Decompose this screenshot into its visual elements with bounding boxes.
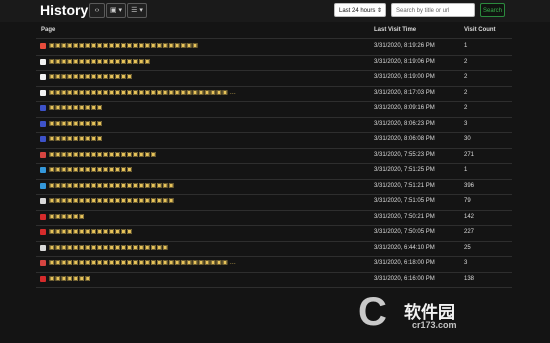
table-row[interactable]: ▣▣▣▣▣▣ 3/31/2020, 7:50:21 PM 142 [36, 210, 512, 226]
site-watermark: C 软件园 cr173.com [356, 290, 516, 340]
table-row[interactable]: ▣▣▣▣▣▣▣▣▣▣▣▣▣▣▣▣▣▣▣▣▣ 3/31/2020, 7:51:05 … [36, 194, 512, 211]
last-visit-time: 3/31/2020, 6:44:10 PM [374, 244, 435, 251]
visit-count: 138 [464, 275, 475, 282]
visit-count: 1 [464, 43, 468, 49]
table-row[interactable]: ▣▣▣▣▣▣▣▣▣▣▣▣▣▣ 3/31/2020, 8:19:00 PM 2 [36, 70, 512, 87]
visit-count: 396 [464, 182, 475, 189]
top-bar: History ‹› ▣ ▾ ☰ ▾ Last 24 hours ⇕ Searc… [0, 0, 550, 22]
page-title-link[interactable]: ▣▣▣▣▣▣▣▣▣▣▣▣▣▣ [49, 73, 133, 80]
column-header-visit-count[interactable]: Visit Count [464, 27, 496, 33]
export-icon: ▣ ▾ [109, 7, 123, 14]
last-visit-time: 3/31/2020, 7:50:21 PM [374, 213, 435, 220]
table-row[interactable]: ▣▣▣▣▣▣▣▣▣ 3/31/2020, 8:06:08 PM 30 [36, 132, 512, 149]
table-row[interactable]: ▣▣▣▣▣▣▣▣▣▣▣▣▣▣▣▣▣▣▣▣▣▣▣▣▣▣▣▣▣▣ ... 3/31/2… [36, 86, 512, 102]
table-row[interactable]: ▣▣▣▣▣▣▣▣▣▣▣▣▣▣▣▣▣▣▣▣▣▣▣▣▣▣▣▣▣▣ ... 3/31/2… [36, 256, 512, 273]
table-row[interactable]: ▣▣▣▣▣▣▣▣▣▣▣▣▣▣▣▣▣ 3/31/2020, 8:19:06 PM 2 [36, 55, 512, 71]
favicon-icon [40, 105, 46, 111]
table-row[interactable]: ▣▣▣▣▣▣▣▣▣▣▣▣▣▣ 3/31/2020, 7:51:25 PM 1 [36, 163, 512, 180]
visit-count: 2 [464, 74, 468, 80]
favicon-icon [40, 74, 46, 80]
watermark-url: cr173.com [412, 320, 457, 330]
favicon-icon [40, 58, 46, 65]
visit-count: 2 [464, 58, 468, 65]
page-title: History [40, 2, 89, 18]
code-icon: ‹› [94, 7, 100, 14]
table-row[interactable]: ▣▣▣▣▣▣▣▣▣▣▣▣▣▣ 3/31/2020, 7:50:05 PM 227 [36, 225, 512, 242]
last-visit-time: 3/31/2020, 8:17:03 PM [374, 89, 435, 96]
page-title-link[interactable]: ▣▣▣▣▣▣▣▣▣▣▣▣▣▣▣▣▣▣▣▣▣▣▣▣▣▣▣▣▣▣ ... [49, 259, 236, 266]
code-view-button[interactable]: ‹› [89, 3, 105, 18]
watermark-logo: C [358, 290, 387, 334]
export-button[interactable]: ▣ ▾ [106, 3, 126, 18]
visit-count: 1 [464, 167, 468, 173]
page-title-link[interactable]: ▣▣▣▣▣▣▣▣▣▣▣▣▣▣▣▣▣▣▣▣▣ [49, 182, 174, 189]
last-visit-time: 3/31/2020, 6:16:00 PM [374, 275, 435, 282]
page-title-link[interactable]: ▣▣▣▣▣▣ [49, 213, 85, 220]
visit-count: 25 [464, 244, 471, 251]
table-row[interactable]: ▣▣▣▣▣▣▣▣▣ 3/31/2020, 8:06:23 PM 3 [36, 117, 512, 133]
table-row[interactable]: ▣▣▣▣▣▣▣▣▣ 3/31/2020, 8:09:16 PM 2 [36, 101, 512, 118]
last-visit-time: 3/31/2020, 7:55:23 PM [374, 151, 435, 158]
last-visit-time: 3/31/2020, 8:19:26 PM [374, 43, 435, 49]
favicon-icon [40, 120, 46, 127]
last-visit-time: 3/31/2020, 8:09:16 PM [374, 105, 435, 111]
page-title-link[interactable]: ▣▣▣▣▣▣▣▣▣▣▣▣▣▣ [49, 166, 133, 173]
favicon-icon [40, 213, 46, 220]
time-range-select[interactable]: Last 24 hours ⇕ [334, 3, 386, 17]
filter-button[interactable]: ☰ ▾ [127, 3, 147, 18]
page-title-link[interactable]: ▣▣▣▣▣▣▣▣▣▣▣▣▣▣▣▣▣▣▣▣ [49, 244, 168, 251]
page-title-link[interactable]: ▣▣▣▣▣▣▣▣▣▣▣▣▣▣▣▣▣▣ [49, 151, 156, 158]
favicon-icon [40, 198, 46, 204]
favicon-icon [40, 43, 46, 49]
last-visit-time: 3/31/2020, 8:19:06 PM [374, 58, 435, 65]
visit-count: 271 [464, 151, 475, 158]
page-title-link[interactable]: ▣▣▣▣▣▣▣▣▣ [49, 104, 103, 111]
table-row[interactable]: ▣▣▣▣▣▣▣▣▣▣▣▣▣▣▣▣▣▣▣▣▣▣▣▣▣ 3/31/2020, 8:19… [36, 39, 512, 56]
visit-count: 30 [464, 136, 471, 142]
last-visit-time: 3/31/2020, 7:51:05 PM [374, 198, 435, 204]
filter-icon: ☰ ▾ [131, 7, 143, 14]
last-visit-time: 3/31/2020, 7:50:05 PM [374, 229, 435, 235]
visit-count: 2 [464, 89, 468, 96]
visit-count: 3 [464, 260, 468, 266]
last-visit-time: 3/31/2020, 7:51:25 PM [374, 167, 435, 173]
page-title-link[interactable]: ▣▣▣▣▣▣▣▣▣▣▣▣▣▣▣▣▣ [49, 58, 150, 65]
favicon-icon [40, 275, 46, 282]
last-visit-time: 3/31/2020, 7:51:21 PM [374, 182, 435, 189]
last-visit-time: 3/31/2020, 8:19:00 PM [374, 74, 435, 80]
table-row[interactable]: ▣▣▣▣▣▣▣ 3/31/2020, 6:16:00 PM 138 [36, 272, 512, 288]
column-header-page[interactable]: Page [41, 27, 55, 33]
last-visit-time: 3/31/2020, 8:06:08 PM [374, 136, 435, 142]
page-title-link[interactable]: ▣▣▣▣▣▣▣▣▣▣▣▣▣▣▣▣▣▣▣▣▣▣▣▣▣▣▣▣▣▣ ... [49, 89, 236, 96]
last-visit-time: 3/31/2020, 8:06:23 PM [374, 120, 435, 127]
favicon-icon [40, 151, 46, 158]
search-input[interactable]: Search by title or url [391, 3, 475, 17]
table-header: Page Last Visit Time Visit Count [36, 22, 512, 39]
page-title-link[interactable]: ▣▣▣▣▣▣▣▣▣▣▣▣▣▣▣▣▣▣▣▣▣▣▣▣▣ [49, 42, 198, 49]
favicon-icon [40, 229, 46, 235]
table-row[interactable]: ▣▣▣▣▣▣▣▣▣▣▣▣▣▣▣▣▣▣▣▣▣ 3/31/2020, 7:51:21 … [36, 179, 512, 195]
last-visit-time: 3/31/2020, 6:18:00 PM [374, 260, 435, 266]
visit-count: 2 [464, 105, 468, 111]
search-button[interactable]: Search [480, 3, 505, 17]
page-title-link[interactable]: ▣▣▣▣▣▣▣▣▣▣▣▣▣▣ [49, 228, 133, 235]
favicon-icon [40, 167, 46, 173]
visit-count: 227 [464, 229, 475, 235]
favicon-icon [40, 89, 46, 96]
favicon-icon [40, 136, 46, 142]
table-row[interactable]: ▣▣▣▣▣▣▣▣▣▣▣▣▣▣▣▣▣▣ 3/31/2020, 7:55:23 PM 2… [36, 148, 512, 164]
visit-count: 79 [464, 198, 471, 204]
page-title-link[interactable]: ▣▣▣▣▣▣▣▣▣▣▣▣▣▣▣▣▣▣▣▣▣ [49, 197, 174, 204]
page-title-link[interactable]: ▣▣▣▣▣▣▣ [49, 275, 91, 282]
visit-count: 3 [464, 120, 468, 127]
column-header-last-visit[interactable]: Last Visit Time [374, 27, 416, 33]
table-row[interactable]: ▣▣▣▣▣▣▣▣▣▣▣▣▣▣▣▣▣▣▣▣ 3/31/2020, 6:44:10 P… [36, 241, 512, 257]
favicon-icon [40, 260, 46, 266]
search-placeholder: Search by title or url [396, 8, 450, 14]
visit-count: 142 [464, 213, 475, 220]
page-title-link[interactable]: ▣▣▣▣▣▣▣▣▣ [49, 120, 103, 127]
page-title-link[interactable]: ▣▣▣▣▣▣▣▣▣ [49, 135, 103, 142]
favicon-icon [40, 182, 46, 189]
favicon-icon [40, 244, 46, 251]
